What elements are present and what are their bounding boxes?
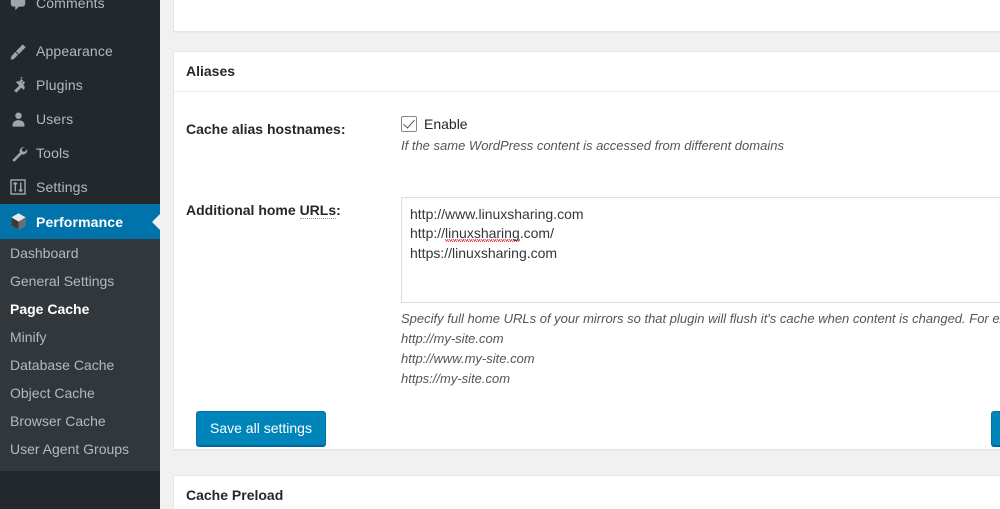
label-additional-home-urls-text: Additional home URLs: <box>186 201 341 219</box>
submenu-item-general-settings[interactable]: General Settings <box>0 267 160 295</box>
help-example-3: https://my-site.com <box>401 370 511 386</box>
submenu-label-object-cache: Object Cache <box>10 385 95 401</box>
cache-preload-panel-header: Cache Preload <box>174 476 1000 509</box>
submenu-label-dashboard: Dashboard <box>10 245 79 261</box>
sidebar-item-label-settings: Settings <box>36 179 88 195</box>
sidebar-item-comments[interactable]: Comments <box>0 0 160 20</box>
appearance-icon <box>0 42 36 61</box>
help-line-specify: Specify full home URLs of your mirrors s… <box>401 310 1000 326</box>
sidebar-item-label-appearance: Appearance <box>36 43 113 59</box>
performance-icon <box>0 212 36 231</box>
aliases-panel-body: Cache alias hostnames: Enable If the sam… <box>174 92 1000 459</box>
textarea-line: https://linuxsharing.com <box>410 244 558 261</box>
sidebar-item-label-users: Users <box>36 111 74 127</box>
panel-above-aliases <box>173 0 1000 32</box>
sidebar-item-label-plugins: Plugins <box>36 77 83 93</box>
label-cache-alias-hostnames: Cache alias hostnames: <box>186 121 346 137</box>
users-icon <box>0 110 36 129</box>
textarea-line: http://www.linuxsharing.com <box>410 205 584 222</box>
label-additional-home-urls: Additional home URLs: <box>186 183 401 404</box>
aliases-panel-header: Aliases <box>174 52 1000 92</box>
submenu-item-dashboard[interactable]: Dashboard <box>0 239 160 267</box>
aliases-submit-row: Save all settings Sa <box>186 411 1000 447</box>
sidebar-item-label-tools: Tools <box>36 145 70 161</box>
sidebar-item-settings[interactable]: Settings <box>0 170 160 204</box>
sidebar-item-users[interactable]: Users <box>0 102 160 136</box>
submenu-item-user-agent-groups[interactable]: User Agent Groups <box>0 435 160 463</box>
performance-submenu: Dashboard General Settings Page Cache Mi… <box>0 239 160 471</box>
sidebar-item-label-comments: Comments <box>36 0 105 11</box>
aliases-panel: Aliases Cache alias hostnames: Enable If… <box>173 51 1000 450</box>
tools-icon <box>0 144 36 163</box>
table-row-additional-home-urls: Additional home URLs: http://www.linuxsh… <box>186 183 1000 404</box>
wordpress-admin-screen: Pages Comments Appearance <box>0 0 1000 509</box>
submenu-item-browser-cache[interactable]: Browser Cache <box>0 407 160 435</box>
field-cache-alias-hostnames: Enable If the same WordPress content is … <box>401 102 1000 183</box>
plugins-icon <box>0 76 36 95</box>
enable-checkbox-row[interactable]: Enable <box>401 116 1000 132</box>
field-additional-home-urls: http://www.linuxsharing.com http://linuxs… <box>401 183 1000 404</box>
submenu-label-user-agent-groups: User Agent Groups <box>10 441 130 457</box>
cache-alias-enable-label[interactable]: Enable <box>424 116 468 132</box>
help-example-2: http://www.my-site.com <box>401 350 535 366</box>
submenu-label-database-cache: Database Cache <box>10 357 115 373</box>
submenu-label-minify: Minify <box>10 329 47 345</box>
settings-icon <box>0 178 36 196</box>
submenu-item-database-cache[interactable]: Database Cache <box>0 351 160 379</box>
additional-home-urls-help: Specify full home URLs of your mirrors s… <box>401 309 1000 390</box>
aliases-panel-title: Aliases <box>186 62 236 79</box>
cache-preload-panel: Cache Preload <box>173 475 1000 509</box>
save-all-settings-button[interactable]: Save all settings <box>196 411 326 447</box>
spellcheck-underline: linuxsharing <box>445 225 520 242</box>
additional-home-urls-textarea[interactable]: http://www.linuxsharing.com http://linuxs… <box>401 196 1000 303</box>
sidebar-item-appearance[interactable]: Appearance <box>0 34 160 68</box>
sidebar-item-tools[interactable]: Tools <box>0 136 160 170</box>
submenu-label-general-settings: General Settings <box>10 273 115 289</box>
textarea-line: http://linuxsharing.com/ <box>410 225 554 242</box>
current-menu-arrow-icon <box>152 213 160 230</box>
cache-alias-description: If the same WordPress content is accesse… <box>401 138 784 153</box>
sidebar-item-performance[interactable]: Performance <box>0 204 160 239</box>
aliases-form-table: Cache alias hostnames: Enable If the sam… <box>186 102 1000 403</box>
submenu-item-object-cache[interactable]: Object Cache <box>0 379 160 407</box>
save-all-settings-button-right[interactable]: Sa <box>991 411 1000 447</box>
comments-icon <box>0 0 36 12</box>
help-example-1: http://my-site.com <box>401 330 504 346</box>
cache-preload-panel-title: Cache Preload <box>186 486 284 503</box>
submenu-label-page-cache: Page Cache <box>10 301 90 317</box>
submenu-label-browser-cache: Browser Cache <box>10 413 106 429</box>
admin-sidebar-menu: Pages Comments Appearance <box>0 0 160 509</box>
sidebar-item-label-performance: Performance <box>36 213 124 230</box>
admin-content-area: Aliases Cache alias hostnames: Enable If… <box>160 0 1000 509</box>
submenu-item-minify[interactable]: Minify <box>0 323 160 351</box>
submenu-item-page-cache[interactable]: Page Cache <box>0 295 160 323</box>
cache-alias-enable-checkbox[interactable] <box>401 116 417 132</box>
table-row-cache-alias-hostnames: Cache alias hostnames: Enable If the sam… <box>186 102 1000 183</box>
sidebar-separator <box>0 20 160 34</box>
sidebar-item-plugins[interactable]: Plugins <box>0 68 160 102</box>
